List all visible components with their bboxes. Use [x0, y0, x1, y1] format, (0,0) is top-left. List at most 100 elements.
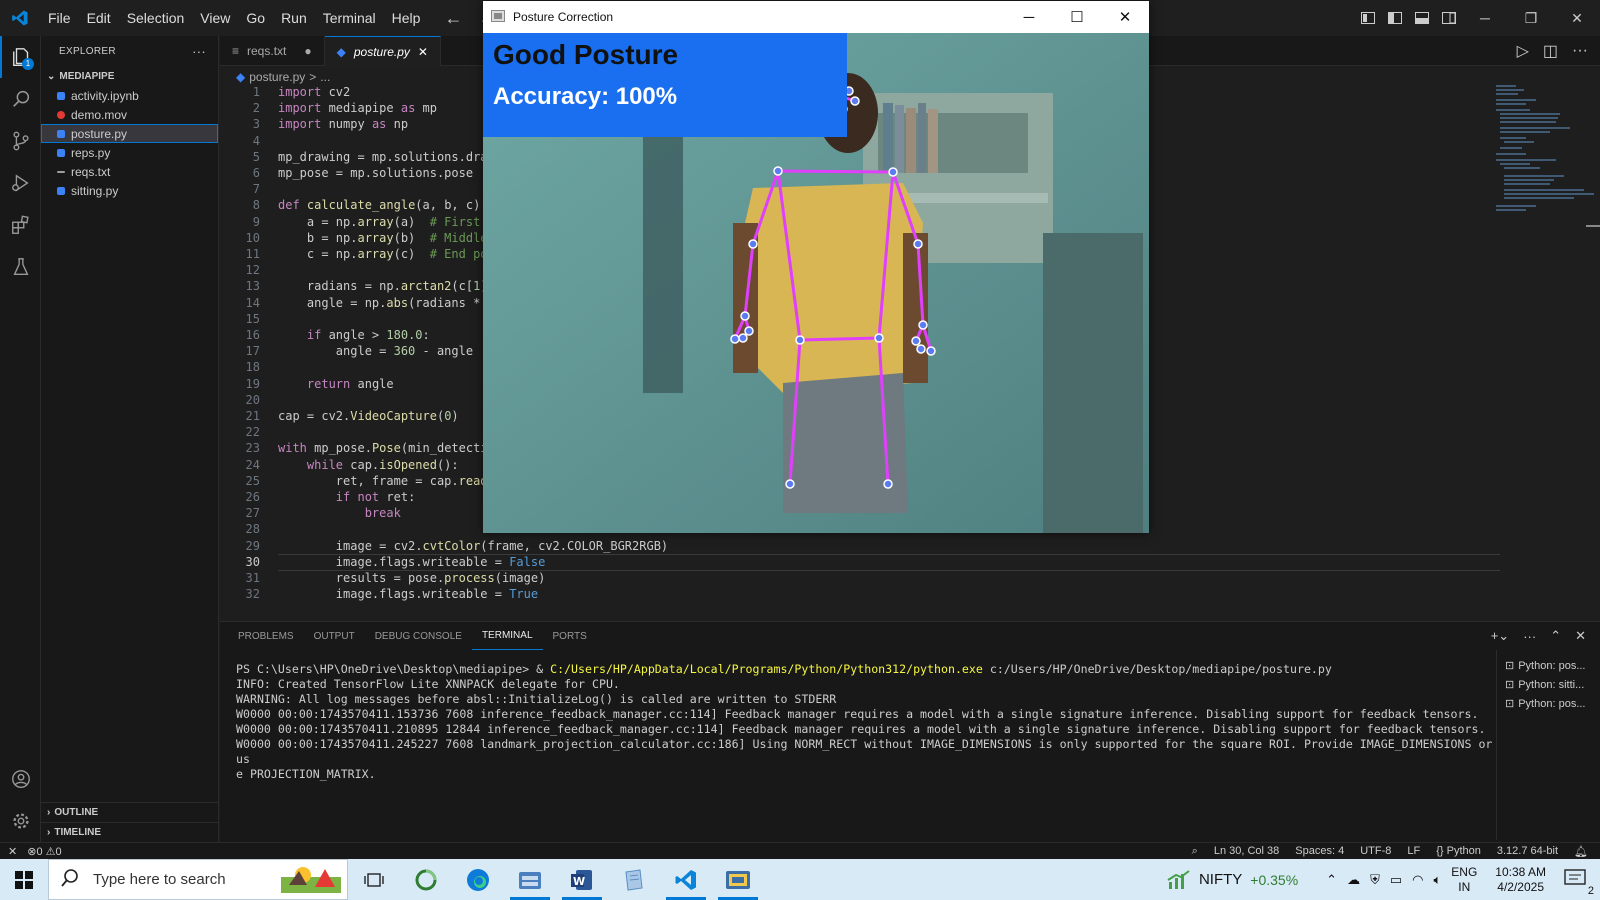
- unsaved-dot-icon[interactable]: ●: [304, 44, 311, 58]
- menu-view[interactable]: View: [192, 0, 238, 36]
- more-actions-icon[interactable]: ···: [192, 44, 206, 59]
- file-explorer-app-icon[interactable]: [504, 859, 556, 900]
- more-actions-icon[interactable]: ···: [1572, 42, 1588, 60]
- back-arrow-icon[interactable]: ←: [444, 8, 462, 29]
- toggle-sidebar-icon[interactable]: [1381, 0, 1408, 36]
- menu-file[interactable]: File: [40, 0, 79, 36]
- minimize-icon[interactable]: ─: [1005, 1, 1053, 33]
- tab-posture-py[interactable]: ◆ posture.py ✕: [324, 36, 441, 66]
- file-activity-ipynb[interactable]: activity.ipynb: [41, 86, 218, 105]
- tab-ports[interactable]: PORTS: [543, 622, 597, 650]
- new-terminal-icon[interactable]: +⌄: [1491, 628, 1509, 644]
- window-title: Posture Correction: [513, 10, 614, 24]
- terminal-output[interactable]: PS C:\Users\HP\OneDrive\Desktop\mediapip…: [236, 662, 1506, 782]
- notifications-bell-icon[interactable]: 🔔︎: [1574, 845, 1588, 858]
- windows-start-icon[interactable]: [0, 859, 48, 900]
- settings-gear-icon[interactable]: [0, 800, 41, 842]
- file-demo-mov[interactable]: demo.mov: [41, 105, 218, 124]
- close-icon[interactable]: ✕: [1101, 1, 1149, 33]
- task-view-icon[interactable]: [348, 859, 400, 900]
- menu-edit[interactable]: Edit: [79, 0, 119, 36]
- edge-browser-icon[interactable]: [452, 859, 504, 900]
- menu-run[interactable]: Run: [273, 0, 315, 36]
- notepad-app-icon[interactable]: [608, 859, 660, 900]
- account-icon[interactable]: [0, 758, 41, 800]
- remote-icon[interactable]: ✕: [8, 845, 17, 858]
- volume-icon[interactable]: 🔈︎: [1433, 872, 1441, 888]
- terminal-instance[interactable]: ⊡ Python: pos...: [1497, 694, 1600, 713]
- word-app-icon[interactable]: W: [556, 859, 608, 900]
- line-number: 22: [245, 425, 260, 440]
- close-panel-icon[interactable]: ✕: [1575, 628, 1586, 644]
- run-python-icon[interactable]: ▷: [1517, 41, 1529, 61]
- source-control-icon[interactable]: [0, 120, 41, 162]
- search-icon[interactable]: [0, 78, 41, 120]
- breadcrumb-symbol[interactable]: ...: [320, 70, 330, 84]
- python-interpreter[interactable]: 3.12.7 64-bit: [1497, 845, 1558, 857]
- terminal-instance[interactable]: ⊡ Python: pos...: [1497, 656, 1600, 675]
- language-mode[interactable]: {} Python: [1436, 845, 1481, 857]
- close-icon[interactable]: ✕: [1554, 0, 1600, 36]
- python-window-app-icon[interactable]: [712, 859, 764, 900]
- toggle-panel-icon[interactable]: [1408, 0, 1435, 36]
- stock-widget[interactable]: NIFTY +0.35%: [1167, 869, 1298, 890]
- language-indicator[interactable]: ENG IN: [1451, 865, 1477, 895]
- taskbar-search[interactable]: Type here to search: [48, 859, 348, 900]
- menu-selection[interactable]: Selection: [119, 0, 193, 36]
- terminal-instance[interactable]: ⊡ Python: sitti...: [1497, 675, 1600, 694]
- extensions-icon[interactable]: [0, 204, 41, 246]
- file-label: activity.ipynb: [71, 88, 139, 103]
- battery-icon[interactable]: ▭: [1390, 872, 1402, 888]
- folder-mediapipe[interactable]: ⌄ MEDIAPIPE: [41, 66, 218, 86]
- menu-go[interactable]: Go: [238, 0, 273, 36]
- restore-icon[interactable]: ❐: [1508, 0, 1554, 36]
- tray-overflow-chevron-icon[interactable]: ⌃: [1326, 872, 1337, 888]
- wifi-icon[interactable]: ◠: [1412, 872, 1423, 888]
- encoding[interactable]: UTF-8: [1360, 845, 1391, 857]
- breadcrumb-file[interactable]: posture.py: [249, 70, 305, 84]
- problems-indicator[interactable]: ⊗0 ⚠0: [27, 845, 61, 858]
- clock[interactable]: 10:38 AM 4/2/2025: [1495, 865, 1546, 895]
- tab-debug-console[interactable]: DEBUG CONSOLE: [365, 622, 472, 650]
- toggle-secondary-sidebar-icon[interactable]: [1435, 0, 1462, 36]
- greenshot-app-icon[interactable]: [400, 859, 452, 900]
- tab-problems[interactable]: PROBLEMS: [228, 622, 304, 650]
- more-actions-icon[interactable]: ···: [1523, 629, 1536, 644]
- code-line: break: [364, 506, 401, 521]
- menu-terminal[interactable]: Terminal: [315, 0, 384, 36]
- onedrive-cloud-icon[interactable]: ☁: [1347, 872, 1360, 888]
- tab-reqs-txt[interactable]: ≡ reqs.txt ●: [220, 36, 325, 66]
- line-number: 20: [245, 392, 260, 407]
- file-reps-py[interactable]: reps.py: [41, 143, 218, 162]
- maximize-panel-icon[interactable]: ⌃: [1550, 628, 1561, 644]
- testing-flask-icon[interactable]: [0, 246, 41, 288]
- file-sitting-py[interactable]: sitting.py: [41, 181, 218, 200]
- minimap-scroll-indicator[interactable]: [1586, 225, 1600, 227]
- line-number: 28: [245, 522, 260, 537]
- vscode-app-icon[interactable]: [660, 859, 712, 900]
- zoom-icon[interactable]: ⌕: [1192, 845, 1198, 858]
- line-ending[interactable]: LF: [1407, 845, 1420, 857]
- menu-help[interactable]: Help: [384, 0, 429, 36]
- notifications-icon[interactable]: 2: [1564, 868, 1594, 897]
- minimize-icon[interactable]: ─: [1462, 0, 1508, 36]
- timeline-section[interactable]: › TIMELINE: [41, 822, 219, 842]
- security-icon[interactable]: ⛨: [1370, 872, 1380, 888]
- split-editor-icon[interactable]: ◫: [1543, 41, 1558, 61]
- timeline-label: TIMELINE: [54, 827, 102, 838]
- run-debug-icon[interactable]: [0, 162, 41, 204]
- file-reqs-txt[interactable]: reqs.txt: [41, 162, 218, 181]
- code-line: while cap.isOpened():: [306, 457, 459, 472]
- indentation[interactable]: Spaces: 4: [1295, 845, 1344, 857]
- explorer-icon[interactable]: 1: [0, 36, 41, 78]
- customize-layout-icon[interactable]: [1354, 0, 1381, 36]
- cursor-position[interactable]: Ln 30, Col 38: [1214, 845, 1279, 857]
- tab-output[interactable]: OUTPUT: [304, 622, 365, 650]
- posture-status-banner: Good Posture Accuracy: 100%: [483, 33, 847, 137]
- tab-terminal[interactable]: TERMINAL: [471, 622, 543, 650]
- file-posture-py[interactable]: posture.py: [41, 124, 218, 143]
- close-tab-icon[interactable]: ✕: [418, 45, 428, 59]
- maximize-icon[interactable]: ☐: [1053, 1, 1101, 33]
- minimap[interactable]: [1492, 85, 1600, 621]
- outline-section[interactable]: › OUTLINE: [41, 802, 219, 822]
